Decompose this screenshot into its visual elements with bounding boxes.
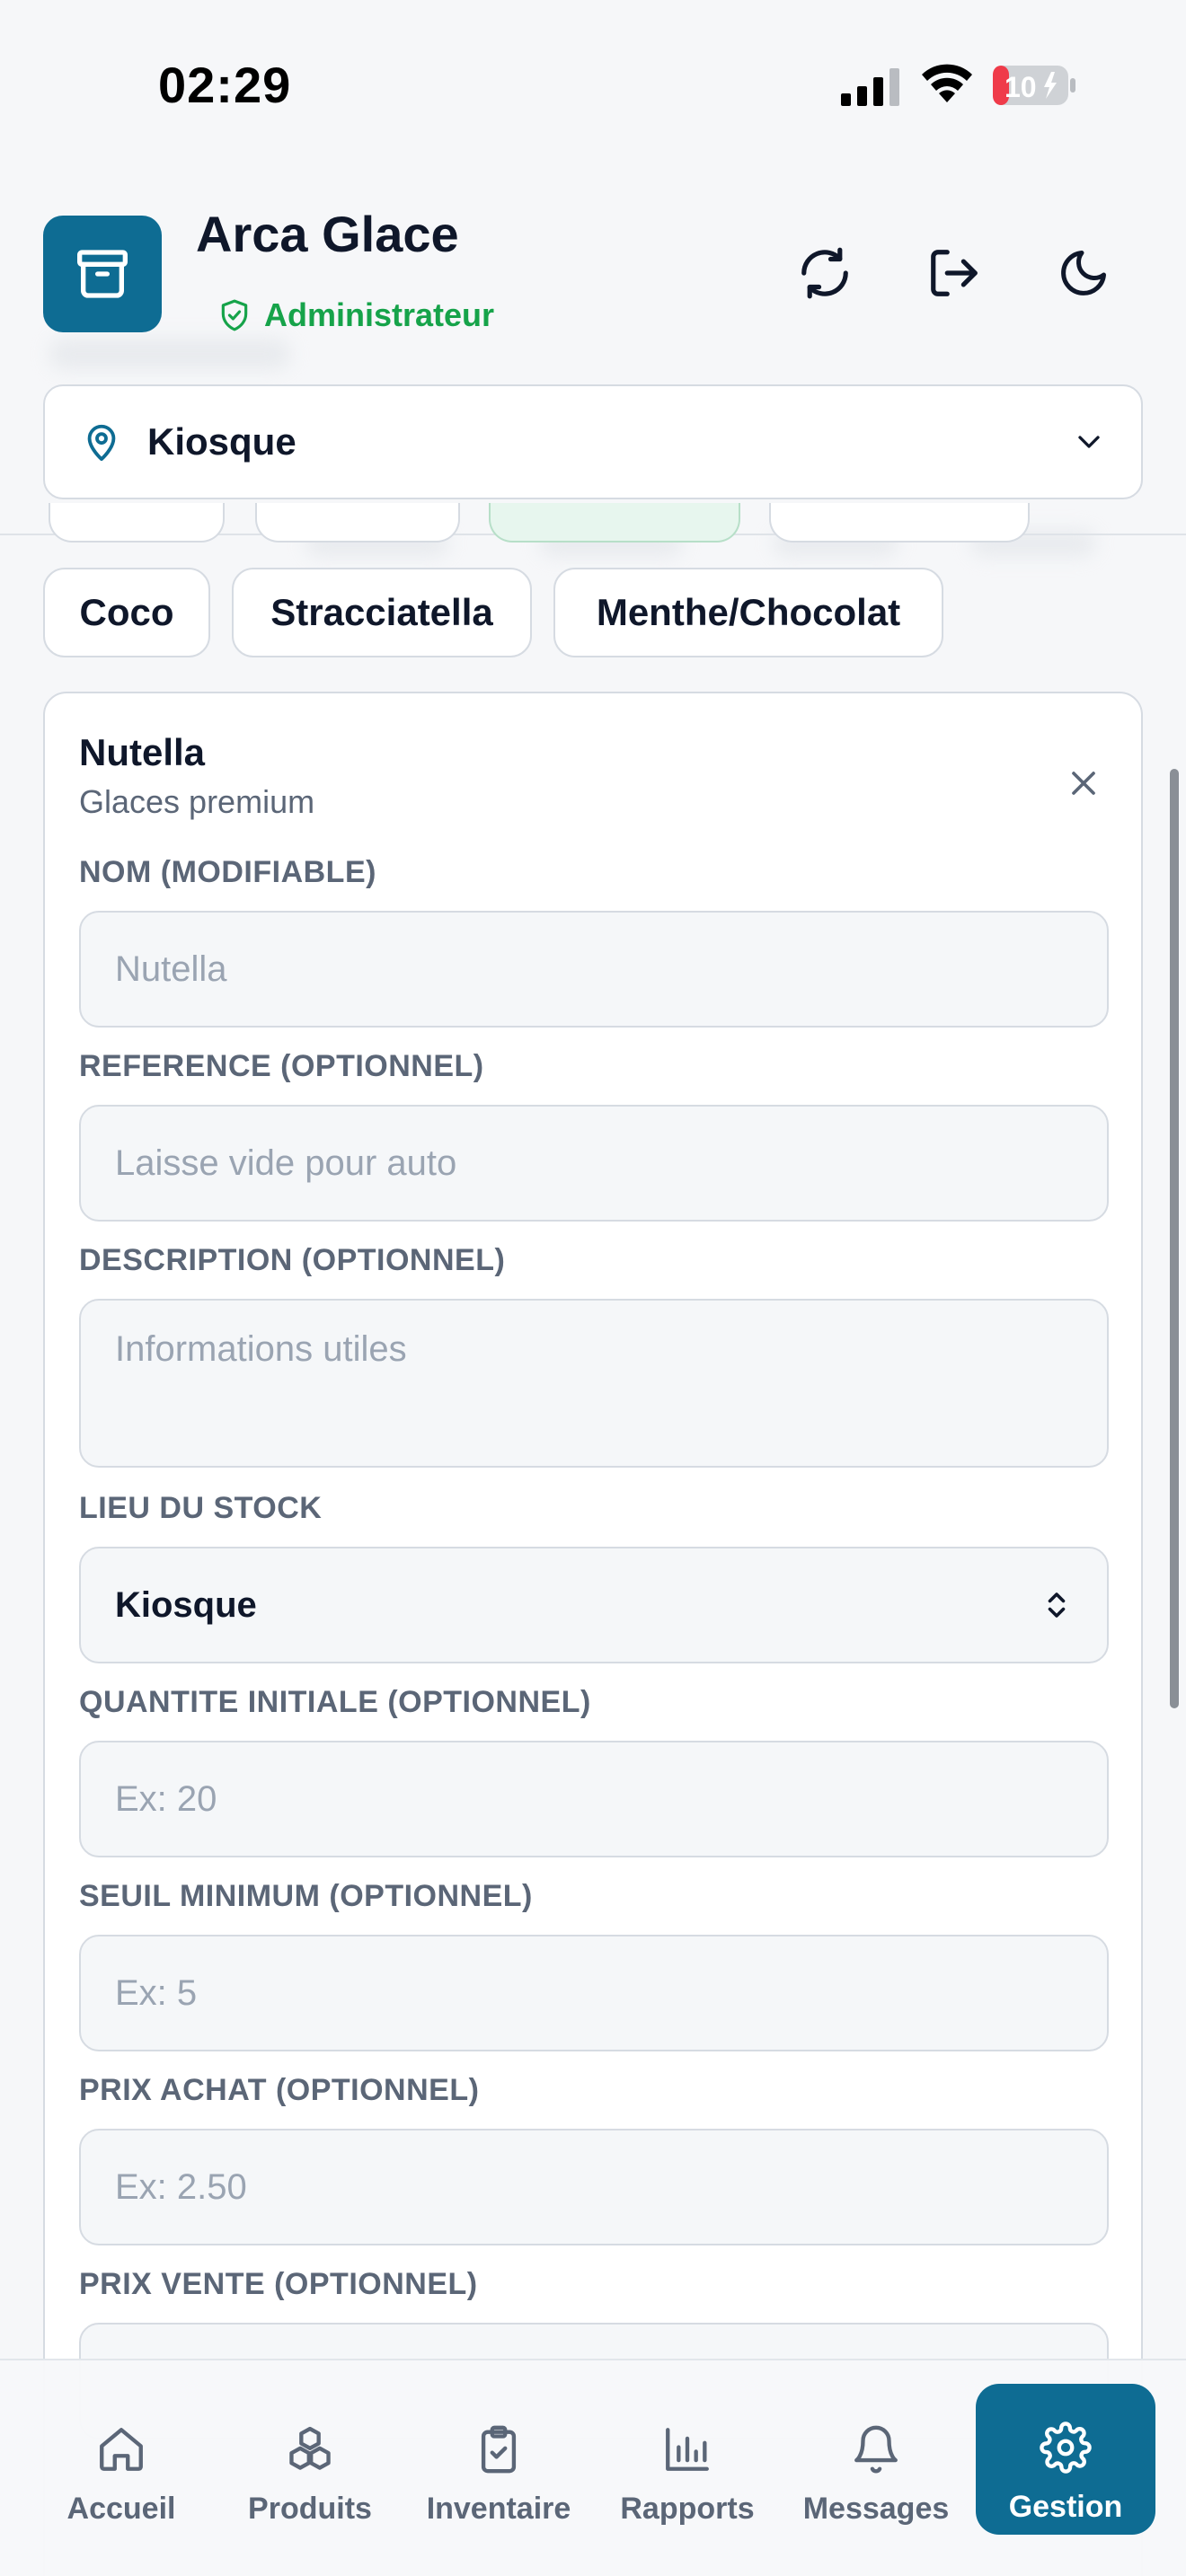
close-button[interactable] [1057,756,1111,810]
app-title: Arca Glace [196,206,459,262]
nav-label: Messages [802,2492,950,2526]
status-bar: 02:29 10 [0,0,1186,171]
battery-level: 10 [1005,71,1037,103]
hidden-chip[interactable] [49,503,225,543]
nav-label: Accueil [66,2492,176,2526]
clipboard-check-icon [481,2425,517,2474]
stock-location-select[interactable]: Kiosque [79,1547,1109,1663]
nav-label: Inventaire [426,2492,571,2526]
flavor-chip[interactable]: Coco [43,568,210,657]
flavor-chip[interactable]: Menthe/Chocolat [553,568,943,657]
purchase-price-placeholder: Ex: 2.50 [115,2166,247,2207]
archive-box-icon [77,250,128,298]
home-icon [100,2428,143,2471]
boxes-icon [289,2426,331,2470]
blurred-background [49,338,291,370]
nav-item-accueil[interactable]: Accueil [27,2380,216,2560]
close-icon [1072,772,1095,795]
purchase-price-input[interactable]: Ex: 2.50 [79,2129,1109,2245]
nav-item-messages[interactable]: Messages [782,2380,970,2560]
status-time: 02:29 [158,57,292,113]
role-label: Administrateur [264,296,495,333]
description-textarea[interactable]: Informations utiles [79,1299,1109,1468]
chevron-up-down-icon [1048,1592,1066,1618]
field-label-min-threshold: SEUIL MINIMUM (OPTIONNEL) [79,1879,533,1913]
app-logo [43,216,162,332]
name-input[interactable]: Nutella [79,911,1109,1028]
nav-item-gestion[interactable]: Gestion [976,2384,1155,2535]
field-label-sale-price: PRIX VENTE (OPTIONNEL) [79,2267,478,2301]
cellular-signal-icon [841,68,899,106]
reference-input-placeholder: Laisse vide pour auto [115,1142,457,1183]
name-input-placeholder: Nutella [115,948,227,989]
product-edit-card: Nutella Glaces premium NOM (MODIFIABLE) … [43,692,1143,2576]
scrollbar[interactable] [1170,769,1179,1708]
chevron-down-icon [1078,436,1100,448]
bell-icon [854,2425,898,2474]
product-category: Glaces premium [79,783,315,820]
field-label-reference: REFERENCE (OPTIONNEL) [79,1049,484,1083]
role-badge: Administrateur [217,296,494,334]
refresh-button[interactable] [792,241,857,305]
field-label-description: DESCRIPTION (OPTIONNEL) [79,1243,506,1277]
moon-icon [1061,251,1106,296]
field-label-stock-location: LIEU DU STOCK [79,1491,323,1525]
nav-label: Produits [248,2492,372,2526]
bar-chart-icon [666,2428,709,2471]
nav-label: Gestion [1008,2490,1123,2524]
initial-quantity-input[interactable]: Ex: 20 [79,1741,1109,1857]
reference-input[interactable]: Laisse vide pour auto [79,1105,1109,1222]
location-select[interactable]: Kiosque [43,384,1143,499]
min-threshold-placeholder: Ex: 5 [115,1972,198,2013]
battery-icon: 10 [992,65,1076,106]
field-label-name: NOM (MODIFIABLE) [79,855,376,889]
logout-icon [931,250,978,296]
location-value: Kiosque [147,420,296,463]
initial-quantity-placeholder: Ex: 20 [115,1778,217,1819]
field-label-purchase-price: PRIX ACHAT (OPTIONNEL) [79,2073,480,2107]
flavor-chip[interactable]: Stracciatella [232,568,532,657]
field-label-initial-quantity: QUANTITE INITIALE (OPTIONNEL) [79,1685,591,1719]
gear-icon [1040,2422,1092,2474]
min-threshold-input[interactable]: Ex: 5 [79,1935,1109,2051]
nav-item-produits[interactable]: Produits [216,2380,404,2560]
wifi-icon [922,64,972,102]
product-title: Nutella [79,731,206,773]
refresh-icon [801,247,848,299]
shield-check-icon [221,299,248,331]
description-placeholder: Informations utiles [115,1329,407,1369]
hidden-chip-selected[interactable] [489,503,740,543]
hidden-chip[interactable] [255,503,460,543]
nav-label: Rapports [620,2492,755,2526]
logout-button[interactable] [922,241,987,305]
nav-item-inventaire[interactable]: Inventaire [404,2380,593,2560]
dark-mode-button[interactable] [1051,241,1116,305]
stock-location-value: Kiosque [115,1584,257,1625]
bottom-nav: Accueil Produits Inventaire Rapports Mes… [0,2359,1186,2576]
app-screen: 02:29 10 Arca Glace Administrateur Kiosq… [0,0,1186,2576]
nav-item-rapports[interactable]: Rapports [593,2380,782,2560]
hidden-chip[interactable] [769,503,1030,543]
map-pin-icon [87,424,116,462]
